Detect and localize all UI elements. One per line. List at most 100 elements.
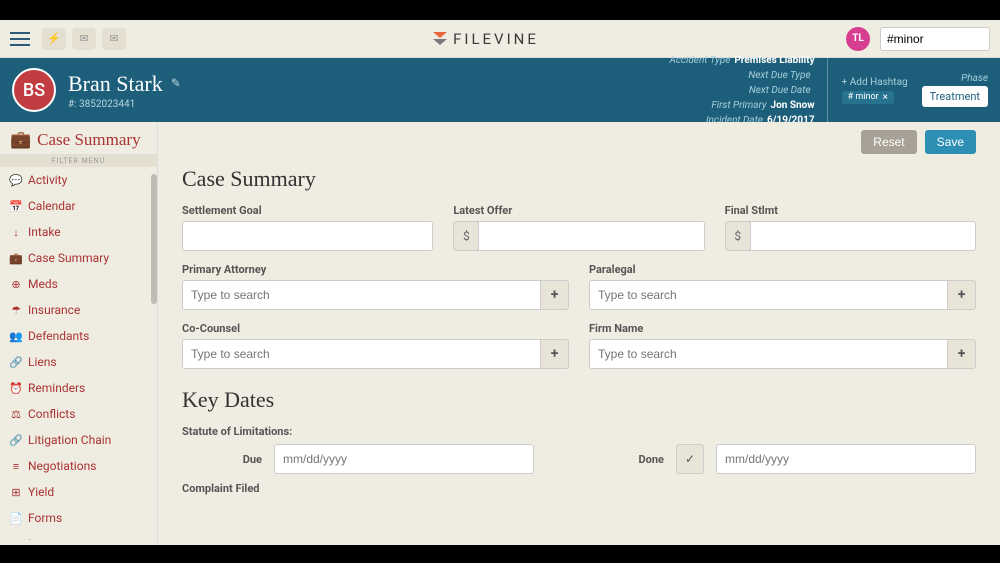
sidebar-item-label: Liens: [28, 355, 57, 369]
briefcase-icon: 💼: [10, 130, 31, 150]
message-icon[interactable]: ✉: [72, 28, 96, 50]
meta-label: Accident Type: [669, 55, 730, 66]
hashtag-chip[interactable]: # minor ×: [842, 91, 894, 104]
sidebar-item-label: Conflicts: [28, 407, 75, 421]
sidebar-item-issues[interactable]: ⚠ Issues: [0, 531, 157, 540]
paralegal-label: Paralegal: [589, 263, 976, 276]
sidebar-item-insurance[interactable]: ☂Insurance: [0, 297, 157, 323]
sidebar-item-conflicts[interactable]: ⚖ Conflicts: [0, 401, 157, 427]
sidebar-item-label: Forms: [28, 511, 62, 525]
add-button[interactable]: +: [541, 339, 569, 369]
done-check-button[interactable]: ✓: [676, 444, 704, 474]
done-date-input[interactable]: [716, 444, 976, 474]
settlement-goal-input[interactable]: [182, 221, 433, 251]
sidebar-item-label: Insurance: [28, 303, 80, 317]
co-counsel-input[interactable]: [182, 339, 541, 369]
meta-label: First Primary: [711, 100, 766, 111]
top-actions: ⚡ ✉ ✉: [42, 28, 126, 50]
sidebar-item-icon: ≡: [10, 460, 22, 473]
meta-value: Jon Snow: [771, 100, 815, 111]
sidebar-item-icon: ⊕: [10, 278, 22, 291]
currency-prefix: $: [453, 221, 478, 251]
bolt-icon[interactable]: ⚡: [42, 28, 66, 50]
complaint-filed-label: Complaint Filed: [182, 482, 976, 495]
firm-name-input[interactable]: [589, 339, 948, 369]
case-header: BS Bran Stark ✎ #: 3852023441 Accident T…: [0, 58, 1000, 122]
sidebar-item-icon: 📄: [10, 512, 22, 525]
sidebar-item-activity[interactable]: 💬 Activity: [0, 167, 157, 193]
done-label: Done: [584, 453, 664, 466]
sidebar-item-icon: 📅: [10, 200, 22, 213]
section-title-case-summary: Case Summary: [182, 166, 976, 192]
sidebar-item-icon: ↓: [10, 226, 22, 239]
sidebar-item-icon: 💬: [10, 174, 22, 187]
case-meta: Accident Type Premises Liability Next Due…: [669, 53, 988, 128]
sidebar-item-label: Defendants: [28, 329, 89, 343]
section-title-key-dates: Key Dates: [182, 387, 976, 413]
sidebar-item-icon: ⚖: [10, 408, 22, 421]
edit-icon[interactable]: ✎: [171, 76, 181, 91]
hashtag-block: + Add Hashtag # minor ×: [842, 77, 908, 104]
paralegal-input[interactable]: [589, 280, 948, 310]
scrollbar[interactable]: [151, 174, 157, 304]
sidebar-item-icon: ⚠: [10, 538, 22, 541]
meta-block: Accident Type Premises Liability Next Due…: [669, 53, 827, 128]
mail-icon[interactable]: ✉: [102, 28, 126, 50]
sidebar-item-litigation-chain[interactable]: 🔗Litigation Chain: [0, 427, 157, 453]
main-content: Reset Save Case Summary Settlement Goal …: [158, 122, 1000, 545]
hamburger-menu-icon[interactable]: [10, 32, 30, 46]
filevine-logo-icon: [433, 32, 447, 46]
case-avatar[interactable]: BS: [12, 68, 56, 112]
meta-value: Premises Liability: [734, 55, 814, 66]
sidebar-item-defendants[interactable]: 👥 Defendants: [0, 323, 157, 349]
sidebar: 💼 Case Summary FILTER MENU 💬 Activity 📅 Cal…: [0, 122, 158, 545]
sidebar-item-forms[interactable]: 📄 Forms: [0, 505, 157, 531]
phase-label: Phase: [922, 73, 988, 84]
sidebar-item-label: Issues: [28, 537, 63, 540]
sidebar-item-label: Calendar: [28, 199, 76, 213]
sidebar-item-intake[interactable]: ↓ Intake: [0, 219, 157, 245]
sidebar-item-reminders[interactable]: ⏰Reminders: [0, 375, 157, 401]
latest-offer-input[interactable]: [478, 221, 704, 251]
primary-attorney-input[interactable]: [182, 280, 541, 310]
sidebar-item-calendar[interactable]: 📅 Calendar: [0, 193, 157, 219]
sidebar-header: 💼 Case Summary: [0, 122, 157, 155]
sidebar-item-label: Reminders: [28, 381, 85, 395]
global-search-input[interactable]: [880, 27, 990, 51]
currency-prefix: $: [725, 221, 750, 251]
add-button[interactable]: +: [948, 339, 976, 369]
sidebar-item-negotiations[interactable]: ≡ Negotiations: [0, 453, 157, 479]
close-icon[interactable]: ×: [883, 92, 888, 103]
case-id: #: 3852023441: [68, 99, 181, 110]
phase-button[interactable]: Treatment: [922, 86, 988, 107]
action-bar: Reset Save: [182, 130, 976, 154]
sidebar-item-label: Intake: [28, 225, 61, 239]
sidebar-item-icon: 👥: [10, 330, 22, 343]
sidebar-item-yield[interactable]: ⊞Yield: [0, 479, 157, 505]
final-stlmt-input[interactable]: [750, 221, 976, 251]
reset-button[interactable]: Reset: [861, 130, 916, 154]
hashtag-text: # minor: [848, 92, 879, 102]
add-hashtag-button[interactable]: + Add Hashtag: [842, 77, 908, 88]
final-stlmt-label: Final Stlmt: [725, 204, 976, 217]
sidebar-item-case-summary[interactable]: 💼Case Summary: [0, 245, 157, 271]
add-button[interactable]: +: [948, 280, 976, 310]
sidebar-item-label: Activity: [28, 173, 67, 187]
add-button[interactable]: +: [541, 280, 569, 310]
sidebar-item-label: Negotiations: [28, 459, 96, 473]
app-logo: FILEVINE: [126, 30, 846, 48]
meta-label: Next Due Type: [748, 70, 810, 81]
sidebar-item-icon: 💼: [10, 252, 22, 265]
co-counsel-label: Co-Counsel: [182, 322, 569, 335]
sidebar-item-icon: ⊞: [10, 486, 22, 499]
user-avatar[interactable]: TL: [846, 27, 870, 51]
case-name: Bran Stark ✎: [68, 71, 181, 97]
sidebar-item-meds[interactable]: ⊕Meds: [0, 271, 157, 297]
sidebar-item-label: Litigation Chain: [28, 433, 111, 447]
filter-menu-button[interactable]: FILTER MENU: [0, 155, 157, 167]
firm-name-label: Firm Name: [589, 322, 976, 335]
due-date-input[interactable]: [274, 444, 534, 474]
sidebar-item-liens[interactable]: 🔗Liens: [0, 349, 157, 375]
meta-label: Next Due Date: [749, 85, 811, 96]
save-button[interactable]: Save: [925, 130, 976, 154]
